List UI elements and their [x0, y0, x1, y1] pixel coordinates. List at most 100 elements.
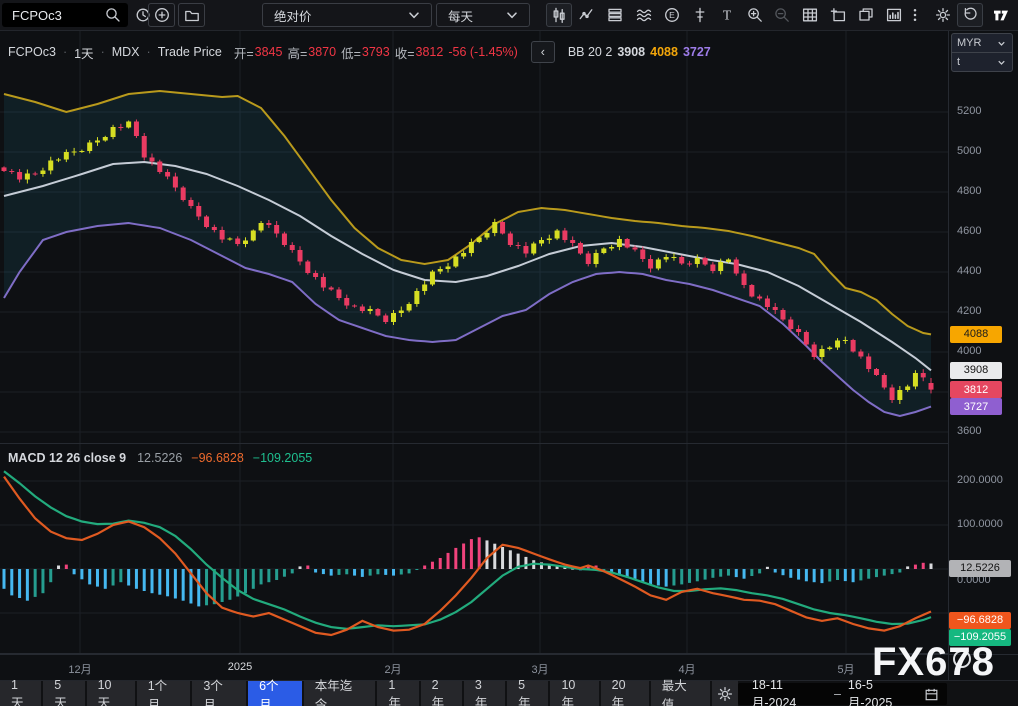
panel-chart-icon — [885, 6, 903, 24]
range-button-20年[interactable]: 20年 — [601, 681, 649, 706]
macd-badge: 12.5226 — [949, 560, 1011, 577]
zoom-out-icon — [773, 6, 791, 24]
undo-icon — [961, 6, 979, 24]
legend-price-type: Trade Price — [158, 45, 222, 59]
legend-interval[interactable]: 1天 — [74, 43, 93, 62]
chevron-down-icon — [405, 6, 423, 24]
svg-text:E: E — [669, 10, 675, 20]
snapshot-button[interactable] — [825, 3, 851, 27]
waves-button[interactable] — [631, 3, 657, 27]
price-tick-label: 4400 — [957, 265, 981, 277]
zoom-out-button[interactable] — [769, 3, 795, 27]
price-tick-label: 4800 — [957, 185, 981, 197]
range-button-最大值[interactable]: 最大值 — [651, 681, 710, 706]
time-axis-label: 12月 — [58, 661, 102, 677]
snapshot-icon — [829, 6, 847, 24]
macd-indicator-panel[interactable] — [0, 444, 948, 653]
price-tick-label: 5200 — [957, 105, 981, 117]
economy-e-button[interactable]: E — [659, 3, 685, 27]
zoom-in-button[interactable] — [742, 3, 768, 27]
zoom-in-icon — [746, 6, 764, 24]
indicator-button[interactable] — [574, 3, 600, 27]
add-symbol-button[interactable] — [148, 3, 175, 27]
symbol-search-input[interactable]: FCPOc3 — [2, 3, 128, 27]
price-badge: 3727 — [950, 398, 1002, 415]
adjust-button[interactable] — [687, 3, 713, 27]
price-scale[interactable]: MYR t 5200500048004600440042004000360040… — [949, 30, 1018, 654]
range-button-1年[interactable]: 1年 — [377, 681, 418, 706]
range-button-10天[interactable]: 10天 — [87, 681, 135, 706]
range-button-5天[interactable]: 5天 — [43, 681, 84, 706]
text-tool-button[interactable]: T — [714, 3, 740, 27]
search-icon[interactable] — [104, 6, 122, 24]
bb-upper-value: 4088 — [650, 45, 678, 59]
date-range-end: 16-5月-2025 — [848, 678, 917, 706]
interval-dropdown[interactable]: 每天 — [436, 3, 530, 27]
adjust-icon — [691, 6, 709, 24]
range-button-5年[interactable]: 5年 — [507, 681, 548, 706]
legend-symbol[interactable]: FCPOc3 — [8, 45, 56, 59]
folder-button[interactable] — [178, 3, 205, 27]
indicator-icon — [578, 6, 596, 24]
price-badge: 3908 — [950, 362, 1002, 379]
waves-icon — [635, 6, 653, 24]
open-label: 开= — [234, 43, 254, 62]
panel-divider[interactable] — [0, 653, 948, 654]
range-button-3年[interactable]: 3年 — [464, 681, 505, 706]
macd-legend-title[interactable]: MACD 12 26 close 9 — [8, 451, 126, 465]
panel-divider[interactable] — [0, 443, 948, 444]
unit-selector[interactable]: t — [952, 52, 1012, 71]
macd-signal-value: −109.2055 — [253, 451, 312, 465]
top-toolbar: FCPOc3 绝对价 每天 E T — [0, 0, 1018, 31]
settings-gear-icon — [934, 6, 952, 24]
tradingview-chart-app: FCPOc3 绝对价 每天 E T FCPOc3 · 1天 · MDX · Tra… — [0, 0, 1018, 706]
date-range-start: 18-11月-2024 — [752, 678, 827, 706]
interval-label: 每天 — [448, 6, 473, 25]
range-button-3个月[interactable]: 3个月 — [192, 681, 246, 706]
range-button-6个月[interactable]: 6个月 — [248, 681, 302, 706]
settings-button[interactable] — [930, 3, 956, 27]
compare-layers-icon — [606, 6, 624, 24]
unit-label: t — [957, 56, 960, 68]
bb-legend-title[interactable]: BB 20 2 — [568, 45, 612, 59]
range-button-2年[interactable]: 2年 — [421, 681, 462, 706]
grid-table-button[interactable] — [797, 3, 823, 27]
macd-legend: MACD 12 26 close 9 12.5226 −96.6828 −109… — [8, 451, 312, 465]
range-button-1个月[interactable]: 1个月 — [137, 681, 191, 706]
chevron-down-icon — [503, 6, 521, 24]
tradingview-logo[interactable] — [988, 3, 1014, 27]
currency-unit-selector[interactable]: MYR t — [951, 33, 1013, 72]
more-menu-button[interactable] — [902, 3, 928, 27]
range-button-本年迄今[interactable]: 本年迄今 — [304, 681, 376, 706]
collapse-legend-button[interactable]: ‹ — [531, 41, 555, 63]
chart-legend: FCPOc3 · 1天 · MDX · Trade Price 开=3845 高… — [8, 41, 711, 63]
high-value: 3870 — [308, 45, 336, 59]
candlestick-button[interactable] — [546, 3, 572, 27]
macd-hist-value: 12.5226 — [137, 451, 182, 465]
range-button-1天[interactable]: 1天 — [0, 681, 41, 706]
separator-dot: · — [101, 45, 105, 59]
time-axis-label: 3月 — [518, 661, 562, 677]
time-axis-label: 2月 — [371, 661, 415, 677]
folder-icon — [183, 6, 201, 24]
range-button-10年[interactable]: 10年 — [550, 681, 598, 706]
date-range-selector[interactable]: 18-11月-2024 – 16-5月-2025 — [738, 683, 947, 705]
main-price-chart[interactable] — [0, 30, 948, 444]
svg-text:T: T — [723, 8, 732, 23]
time-axis-label: 5月 — [824, 661, 868, 677]
low-value: 3793 — [362, 45, 390, 59]
undo-button[interactable] — [957, 3, 983, 27]
compare-layers-button[interactable] — [602, 3, 628, 27]
chevron-down-icon — [996, 57, 1007, 68]
price-mode-dropdown[interactable]: 绝对价 — [262, 3, 432, 27]
layout-icon — [857, 6, 875, 24]
legend-exchange: MDX — [112, 45, 140, 59]
candlestick-icon — [550, 6, 568, 24]
bb-mid-value: 3908 — [617, 45, 645, 59]
more-dots-icon — [906, 6, 924, 24]
currency-selector[interactable]: MYR — [952, 34, 1012, 52]
calendar-icon[interactable] — [924, 687, 939, 702]
range-settings-button[interactable] — [712, 681, 738, 706]
grid-table-icon — [801, 6, 819, 24]
layout-button[interactable] — [853, 3, 879, 27]
